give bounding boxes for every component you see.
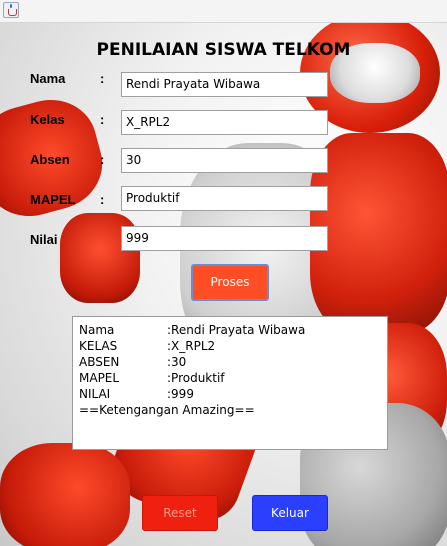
result-value: :Produktif (167, 371, 225, 385)
kelas-label: Kelas (30, 112, 65, 127)
result-row: Nama :Rendi Prayata Wibawa (79, 322, 381, 338)
result-key: MAPEL (79, 371, 120, 385)
mapel-label: MAPEL (30, 192, 76, 207)
robot-shoulder-image (310, 133, 447, 333)
result-key: KELAS (79, 339, 118, 353)
result-value: :X_RPL2 (167, 339, 216, 353)
result-row: ABSEN :30 (79, 354, 381, 370)
absen-colon: : (100, 152, 105, 167)
steam-shape (10, 4, 12, 8)
result-row: NILAI :999 (79, 386, 381, 402)
nama-input[interactable]: Rendi Prayata Wibawa (121, 72, 328, 97)
window-titlebar (0, 0, 447, 23)
result-value: :Rendi Prayata Wibawa (167, 323, 306, 337)
reset-button[interactable]: Reset (142, 495, 218, 531)
page-title: PENILAIAN SISWA TELKOM (96, 40, 351, 60)
robot-foot-image (0, 443, 130, 546)
kelas-input[interactable]: X_RPL2 (121, 110, 328, 135)
result-key: NILAI (79, 387, 111, 401)
cup-shape (8, 9, 17, 16)
nama-label: Nama (30, 71, 66, 86)
kelas-colon: : (100, 112, 105, 127)
result-value: :999 (167, 387, 194, 401)
result-row: KELAS :X_RPL2 (79, 338, 381, 354)
absen-label: Absen (30, 152, 70, 167)
result-value: :30 (167, 355, 187, 369)
result-remark: ==Ketengangan Amazing== (79, 403, 255, 417)
proses-button[interactable]: Proses (191, 264, 269, 301)
mapel-colon: : (100, 192, 105, 207)
nilai-label: Nilai (30, 232, 58, 247)
result-key: Nama (79, 323, 115, 337)
nilai-input[interactable]: 999 (121, 226, 328, 251)
keluar-button[interactable]: Keluar (252, 495, 328, 531)
result-row: MAPEL :Produktif (79, 370, 381, 386)
result-textarea[interactable]: Nama :Rendi Prayata Wibawa KELAS :X_RPL2 A… (72, 316, 388, 450)
mapel-input[interactable]: Produktif (121, 186, 328, 211)
nama-colon: : (100, 71, 105, 86)
result-key: ABSEN (79, 355, 120, 369)
absen-input[interactable]: 30 (121, 148, 328, 173)
java-cup-icon[interactable] (3, 2, 19, 18)
